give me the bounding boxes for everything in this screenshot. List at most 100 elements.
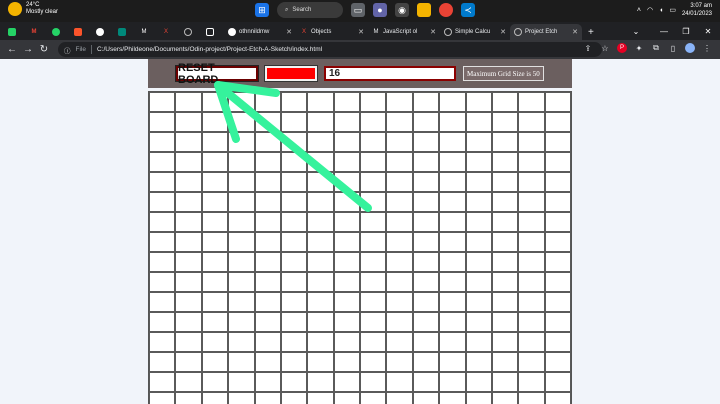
tab-github[interactable] <box>92 24 114 40</box>
grid-cell[interactable] <box>175 112 202 132</box>
grid-cell[interactable] <box>544 112 571 132</box>
grid-cell[interactable] <box>465 172 492 192</box>
grid-cell[interactable] <box>412 192 440 212</box>
grid-cell[interactable] <box>175 272 202 292</box>
sidebar-icon[interactable]: ▯ <box>668 43 678 53</box>
grid-cell[interactable] <box>518 252 545 272</box>
file-explorer-icon[interactable] <box>417 3 431 17</box>
grid-cell[interactable] <box>149 112 176 132</box>
grid-cell[interactable] <box>307 152 334 172</box>
grid-cell[interactable] <box>518 292 545 312</box>
close-icon[interactable]: ✕ <box>500 28 506 36</box>
grid-cell[interactable] <box>254 212 281 232</box>
grid-cell[interactable] <box>228 232 255 252</box>
weather-widget[interactable]: 24°C Mostly clear <box>8 2 58 16</box>
grid-cell[interactable] <box>228 92 255 112</box>
grid-cell[interactable] <box>360 212 387 232</box>
grid-cell[interactable] <box>386 132 413 152</box>
tab-whatsapp-2[interactable] <box>48 24 70 40</box>
grid-cell[interactable] <box>280 132 308 152</box>
grid-cell[interactable] <box>175 172 202 192</box>
tab-medium[interactable]: M <box>136 24 158 40</box>
grid-cell[interactable] <box>228 192 255 212</box>
grid-cell[interactable] <box>307 392 334 404</box>
grid-cell[interactable] <box>333 172 360 192</box>
grid-cell[interactable] <box>386 252 413 272</box>
grid-cell[interactable] <box>307 212 334 232</box>
grid-cell[interactable] <box>439 132 466 152</box>
grid-cell[interactable] <box>465 152 492 172</box>
grid-cell[interactable] <box>254 232 281 252</box>
grid-cell[interactable] <box>280 212 308 232</box>
grid-cell[interactable] <box>307 112 334 132</box>
grid-cell[interactable] <box>544 372 571 392</box>
grid-cell[interactable] <box>386 312 413 332</box>
pinterest-extension-icon[interactable]: P <box>617 43 627 53</box>
grid-cell[interactable] <box>149 352 176 372</box>
grid-cell[interactable] <box>518 112 545 132</box>
grid-cell[interactable] <box>307 172 334 192</box>
grid-cell[interactable] <box>491 132 519 152</box>
close-icon[interactable]: ✕ <box>286 28 292 36</box>
grid-cell[interactable] <box>280 392 308 404</box>
grid-cell[interactable] <box>465 372 492 392</box>
grid-cell[interactable] <box>412 112 440 132</box>
grid-cell[interactable] <box>360 332 387 352</box>
reload-icon[interactable]: ↻ <box>36 44 52 55</box>
close-icon[interactable]: ✕ <box>430 28 436 36</box>
grid-cell[interactable] <box>201 252 229 272</box>
grid-cell[interactable] <box>175 352 202 372</box>
grid-cell[interactable] <box>201 292 229 312</box>
grid-cell[interactable] <box>149 312 176 332</box>
vscode-icon[interactable]: ≺ <box>461 3 475 17</box>
grid-cell[interactable] <box>228 132 255 152</box>
grid-cell[interactable] <box>360 92 387 112</box>
grid-cell[interactable] <box>149 172 176 192</box>
grid-size-input[interactable]: 16 <box>324 66 456 81</box>
grid-cell[interactable] <box>439 152 466 172</box>
grid-cell[interactable] <box>333 372 360 392</box>
grid-cell[interactable] <box>491 352 519 372</box>
grid-cell[interactable] <box>465 392 492 404</box>
grid-cell[interactable] <box>465 332 492 352</box>
grid-cell[interactable] <box>491 272 519 292</box>
grid-cell[interactable] <box>491 212 519 232</box>
grid-cell[interactable] <box>333 232 360 252</box>
task-view-icon[interactable]: ▭ <box>351 3 365 17</box>
grid-cell[interactable] <box>386 212 413 232</box>
sketch-grid[interactable] <box>148 91 572 404</box>
grid-cell[interactable] <box>333 312 360 332</box>
grid-cell[interactable] <box>280 92 308 112</box>
reset-board-button[interactable]: RESET BOARD <box>176 62 258 86</box>
grid-cell[interactable] <box>201 232 229 252</box>
grid-cell[interactable] <box>175 372 202 392</box>
grid-cell[interactable] <box>544 332 571 352</box>
tab-chatgpt[interactable] <box>202 24 224 40</box>
grid-cell[interactable] <box>149 372 176 392</box>
grid-cell[interactable] <box>412 352 440 372</box>
camera-icon[interactable]: ◉ <box>395 3 409 17</box>
grid-cell[interactable] <box>360 352 387 372</box>
grid-cell[interactable] <box>412 252 440 272</box>
grid-cell[interactable] <box>386 192 413 212</box>
grid-cell[interactable] <box>360 372 387 392</box>
grid-cell[interactable] <box>280 152 308 172</box>
grid-cell[interactable] <box>280 312 308 332</box>
grid-cell[interactable] <box>254 312 281 332</box>
grid-cell[interactable] <box>228 352 255 372</box>
grid-cell[interactable] <box>544 312 571 332</box>
grid-cell[interactable] <box>175 132 202 152</box>
grid-cell[interactable] <box>439 372 466 392</box>
grid-cell[interactable] <box>254 172 281 192</box>
grid-cell[interactable] <box>175 192 202 212</box>
grid-cell[interactable] <box>228 392 255 404</box>
grid-cell[interactable] <box>386 392 413 404</box>
grid-cell[interactable] <box>149 392 176 404</box>
grid-cell[interactable] <box>228 332 255 352</box>
grid-cell[interactable] <box>228 112 255 132</box>
grid-cell[interactable] <box>280 292 308 312</box>
grid-cell[interactable] <box>491 172 519 192</box>
grid-cell[interactable] <box>439 112 466 132</box>
grid-cell[interactable] <box>228 252 255 272</box>
grid-cell[interactable] <box>307 232 334 252</box>
